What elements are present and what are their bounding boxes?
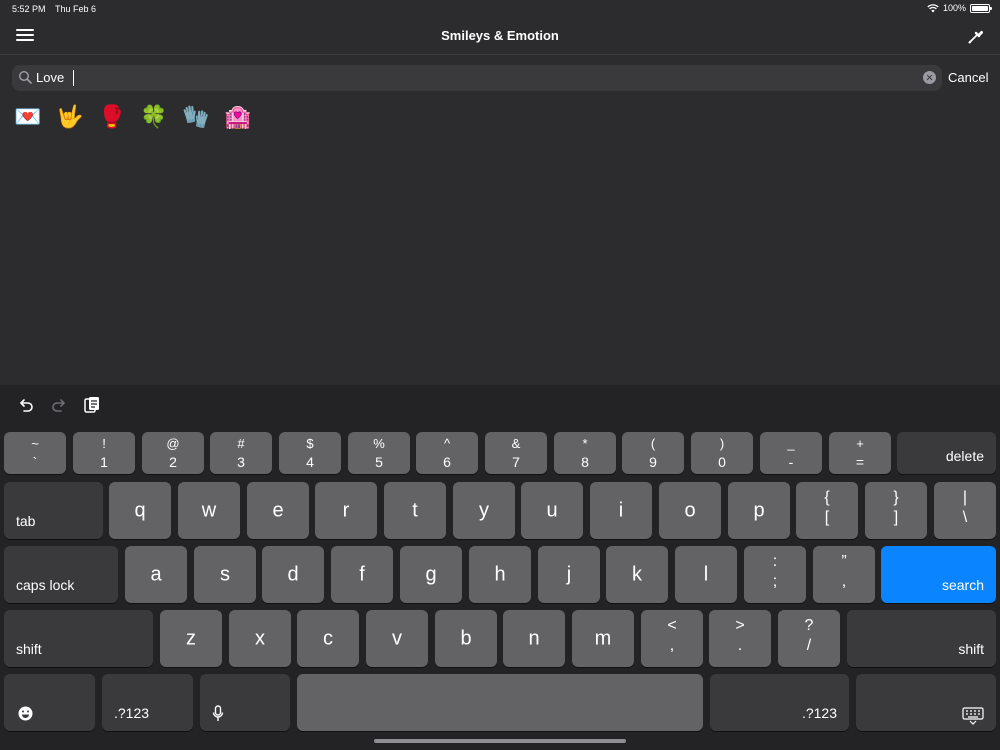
emoji-results: 💌 🤟 🥊 🍀 🧤 🏩 bbox=[14, 103, 252, 131]
key-comma[interactable]: <, bbox=[641, 610, 703, 667]
key-o[interactable]: o bbox=[659, 482, 721, 539]
key-v[interactable]: v bbox=[366, 610, 428, 667]
emoji-gloves[interactable]: 🧤 bbox=[182, 103, 210, 131]
undo-icon[interactable] bbox=[16, 395, 36, 415]
status-date: Thu Feb 6 bbox=[55, 4, 97, 14]
left-shift-key[interactable]: shift bbox=[4, 610, 153, 667]
key-e[interactable]: e bbox=[247, 482, 309, 539]
key-7[interactable]: & 7 bbox=[485, 432, 547, 474]
key-q[interactable]: q bbox=[109, 482, 171, 539]
key-p[interactable]: p bbox=[728, 482, 790, 539]
battery-percent: 100% bbox=[942, 3, 966, 13]
key-8[interactable]: * 8 bbox=[554, 432, 616, 474]
key-minus[interactable]: _ - bbox=[760, 432, 822, 474]
keyboard-shortcut-bar bbox=[0, 385, 1000, 427]
right-shift-key[interactable]: shift bbox=[847, 610, 996, 667]
redo-icon[interactable] bbox=[49, 395, 69, 415]
key-b[interactable]: b bbox=[435, 610, 497, 667]
key-n[interactable]: n bbox=[503, 610, 565, 667]
page-title: Smileys & Emotion bbox=[441, 28, 559, 43]
search-icon bbox=[18, 70, 32, 84]
key-d[interactable]: d bbox=[262, 546, 324, 603]
key-3[interactable]: #3 bbox=[210, 432, 272, 474]
key-5[interactable]: % 5 bbox=[348, 432, 410, 474]
emoji-love-hotel[interactable]: 🏩 bbox=[224, 103, 252, 131]
key-l[interactable]: l bbox=[675, 546, 737, 603]
wifi-icon bbox=[927, 3, 939, 12]
key-left-bracket[interactable]: {[ bbox=[796, 482, 858, 539]
delete-key[interactable]: delete bbox=[897, 432, 996, 474]
key-semicolon[interactable]: :; bbox=[744, 546, 806, 603]
key-period[interactable]: >. bbox=[709, 610, 771, 667]
search-key[interactable]: search bbox=[881, 546, 996, 603]
key-u[interactable]: u bbox=[521, 482, 583, 539]
home-indicator bbox=[374, 739, 626, 743]
battery-icon bbox=[970, 3, 992, 13]
key-2[interactable]: @2 bbox=[142, 432, 204, 474]
cancel-button[interactable]: Cancel bbox=[948, 70, 988, 85]
emoji-love-you-gesture[interactable]: 🤟 bbox=[56, 103, 84, 131]
key-f[interactable]: f bbox=[331, 546, 393, 603]
key-9[interactable]: (9 bbox=[622, 432, 684, 474]
text-caret bbox=[73, 70, 74, 86]
clear-search-icon[interactable] bbox=[923, 71, 936, 84]
key-right-bracket[interactable]: }] bbox=[865, 482, 927, 539]
numbers-key-right[interactable]: .?123 bbox=[710, 674, 849, 731]
status-right: 100% bbox=[927, 3, 992, 13]
key-k[interactable]: k bbox=[606, 546, 668, 603]
emoji-boxing-glove[interactable]: 🥊 bbox=[98, 103, 126, 131]
key-backslash[interactable]: | \ bbox=[934, 482, 996, 539]
status-time: 5:52 PM bbox=[12, 4, 46, 14]
hide-keyboard-key[interactable] bbox=[856, 674, 996, 731]
emoji-four-leaf-clover[interactable]: 🍀 bbox=[140, 103, 168, 131]
key-t[interactable]: t bbox=[384, 482, 446, 539]
keyboard: ~ ` ! 1 @2 #3 $4 % 5 ^ 6 & 7 * 8 (9 ) 0 _ - + = d… bbox=[0, 427, 1000, 750]
key-4[interactable]: $4 bbox=[279, 432, 341, 474]
paste-icon[interactable] bbox=[82, 395, 102, 415]
key-slash[interactable]: ? / bbox=[778, 610, 840, 667]
search-value: Love bbox=[36, 70, 65, 85]
key-backtick[interactable]: ~ ` bbox=[4, 432, 66, 474]
key-a[interactable]: a bbox=[125, 546, 187, 603]
space-key[interactable] bbox=[297, 674, 703, 731]
key-equals[interactable]: + = bbox=[829, 432, 891, 474]
key-i[interactable]: i bbox=[590, 482, 652, 539]
key-w[interactable]: w bbox=[178, 482, 240, 539]
tab-key[interactable]: tab bbox=[4, 482, 103, 539]
numbers-key-left[interactable]: .?123 bbox=[102, 674, 193, 731]
key-s[interactable]: s bbox=[194, 546, 256, 603]
eyedropper-icon[interactable] bbox=[966, 26, 986, 46]
key-x[interactable]: x bbox=[229, 610, 291, 667]
key-g[interactable]: g bbox=[400, 546, 462, 603]
caps-lock-key[interactable]: caps lock bbox=[4, 546, 118, 603]
key-m[interactable]: m bbox=[572, 610, 634, 667]
nav-bar: Smileys & Emotion bbox=[0, 18, 1000, 55]
key-6[interactable]: ^ 6 bbox=[416, 432, 478, 474]
key-y[interactable]: y bbox=[453, 482, 515, 539]
emoji-key[interactable] bbox=[4, 674, 95, 731]
key-quote[interactable]: ”, bbox=[813, 546, 875, 603]
emoji-love-letter[interactable]: 💌 bbox=[14, 103, 42, 131]
keyboard-hide-icon bbox=[962, 707, 984, 725]
search-input[interactable]: Love bbox=[12, 65, 942, 91]
status-bar: 5:52 PM Thu Feb 6 100% bbox=[0, 0, 1000, 18]
key-h[interactable]: h bbox=[469, 546, 531, 603]
emoji-icon bbox=[18, 706, 33, 721]
key-z[interactable]: z bbox=[160, 610, 222, 667]
key-0[interactable]: ) 0 bbox=[691, 432, 753, 474]
key-r[interactable]: r bbox=[315, 482, 377, 539]
key-c[interactable]: c bbox=[297, 610, 359, 667]
key-j[interactable]: j bbox=[538, 546, 600, 603]
key-1[interactable]: ! 1 bbox=[73, 432, 135, 474]
microphone-icon bbox=[212, 705, 224, 721]
dictation-key[interactable] bbox=[200, 674, 290, 731]
